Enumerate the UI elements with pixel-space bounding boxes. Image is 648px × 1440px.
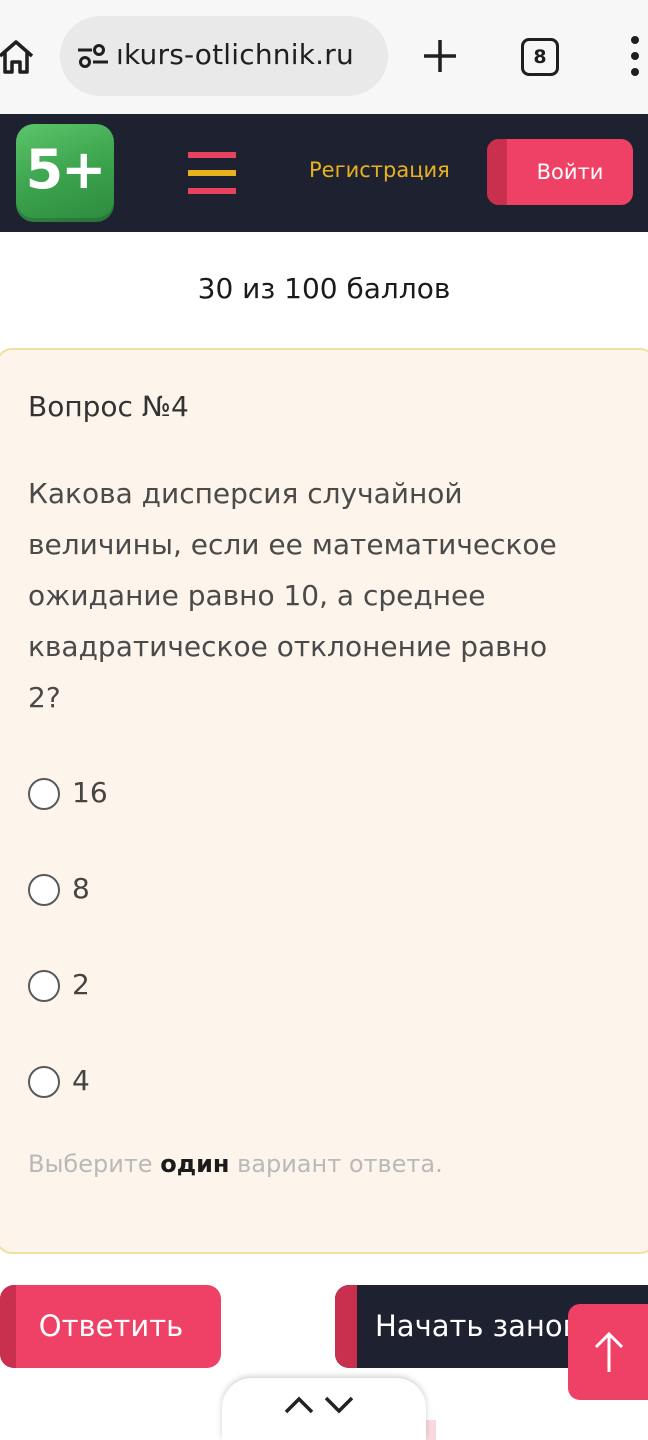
question-line: величины, если ее математическое [28,528,557,561]
login-label: Войти [536,160,604,184]
option-label[interactable]: 4 [72,1064,90,1097]
radio-button[interactable] [28,1066,60,1098]
question-text: Какова дисперсия случайной величины, есл… [28,468,628,723]
question-line: ожидание равно 10, а среднее [28,579,486,612]
find-nav [222,1378,426,1440]
radio-button[interactable] [28,778,60,810]
register-link[interactable]: Регистрация [309,158,450,182]
site-header: 5+ Регистрация Войти [0,114,648,232]
restart-label: Начать заново [375,1309,598,1343]
hamburger-icon[interactable] [188,152,236,194]
answer-option[interactable]: 2 [28,968,328,1008]
radio-button[interactable] [28,874,60,906]
option-label[interactable]: 8 [72,872,90,905]
tab-switcher-button[interactable]: 8 [521,38,559,76]
login-button[interactable]: Войти [487,139,633,205]
chevron-down-icon[interactable] [322,1392,356,1416]
option-label[interactable]: 2 [72,968,90,1001]
answer-option[interactable]: 8 [28,872,328,912]
hint-text: вариант ответа. [237,1150,443,1178]
answer-button[interactable]: Ответить [0,1285,221,1368]
answer-option[interactable]: 16 [28,776,328,816]
address-bar[interactable]: ıkurs-otlichnik.ru [60,16,388,96]
question-card: Вопрос №4 Какова дисперсия случайной вел… [0,348,648,1254]
radio-button[interactable] [28,970,60,1002]
browser-toolbar: ıkurs-otlichnik.ru 8 [0,0,648,114]
url-text[interactable]: ıkurs-otlichnik.ru [116,38,354,71]
question-line: квадратическое отклонение равно [28,630,548,663]
answer-option[interactable]: 4 [28,1064,328,1104]
more-vert-icon[interactable] [622,34,648,78]
option-label[interactable]: 16 [72,776,108,809]
question-line: 2? [28,681,61,714]
score-text: 30 из 100 баллов [197,272,451,305]
plus-icon[interactable] [420,36,460,76]
answer-hint: Выберите один вариант ответа. [28,1150,443,1178]
site-info-icon[interactable] [76,42,110,70]
hint-text: Выберите [28,1150,153,1178]
question-number: Вопрос №4 [28,390,189,423]
home-icon[interactable] [0,36,36,76]
hint-bold-text: один [160,1150,230,1178]
arrow-up-icon [594,1331,624,1372]
question-line: Какова дисперсия случайной [28,477,463,510]
scroll-top-button[interactable] [568,1304,648,1400]
site-logo[interactable]: 5+ [16,124,114,222]
logo-text: 5+ [25,138,107,201]
chevron-up-icon[interactable] [282,1392,316,1416]
answer-label: Ответить [38,1309,184,1343]
